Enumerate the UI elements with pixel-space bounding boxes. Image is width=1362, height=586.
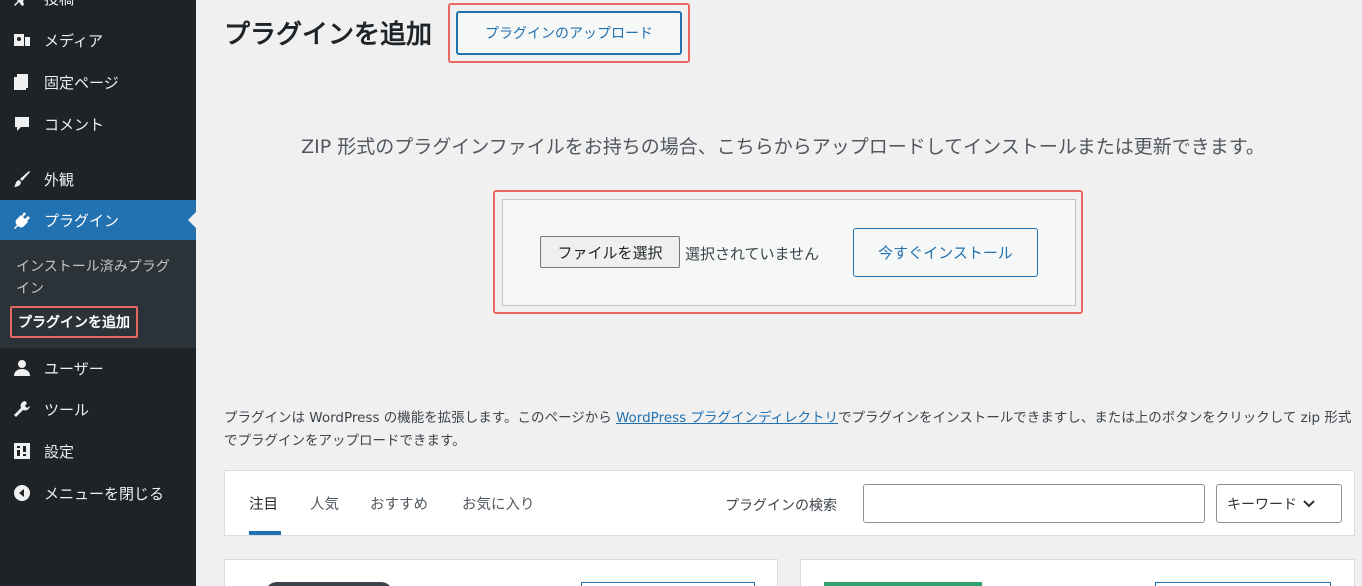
collapse-menu-button[interactable]: メニューを閉じる (0, 473, 196, 513)
sidebar-item-label: 固定ページ (44, 73, 119, 92)
tab-active-indicator (249, 531, 281, 535)
settings-icon (12, 441, 32, 461)
sidebar-item-tools[interactable]: ツール (0, 389, 196, 429)
plugin-icon (12, 210, 32, 230)
sidebar-item-label: コメント (44, 115, 105, 134)
sidebar-item-plugins[interactable]: プラグイン (0, 200, 196, 240)
sidebar-item-label: 外観 (44, 170, 75, 189)
plugin-filter-bar: 注目 人気 おすすめ お気に入り プラグインの検索 キーワード (224, 470, 1355, 536)
sidebar-item-label: メニューを閉じる (44, 484, 165, 503)
page-title: プラグインを追加 (224, 20, 433, 50)
page-icon (12, 72, 32, 92)
plugin-install-button[interactable] (1155, 582, 1331, 586)
comment-icon (12, 114, 32, 134)
sidebar-item-label: 投稿 (44, 0, 74, 9)
chevron-down-icon (1303, 497, 1315, 511)
sidebar-item-label: プラグイン (44, 211, 120, 230)
search-type-value: キーワード (1227, 496, 1297, 513)
user-icon (12, 358, 32, 378)
search-type-select[interactable]: キーワード (1216, 484, 1342, 523)
sidebar-item-settings[interactable]: 設定 (0, 431, 196, 471)
admin-sidebar: 投稿 メディア 固定ページ コメント 外観 プラグイン インストール済みプラグイ… (0, 0, 196, 586)
plugin-install-button[interactable] (581, 582, 755, 586)
sidebar-item-label: 設定 (44, 442, 75, 461)
tab-featured[interactable]: 注目 (249, 493, 278, 514)
media-icon (12, 30, 32, 50)
search-input[interactable] (863, 484, 1205, 523)
sidebar-item-posts[interactable]: 投稿 (0, 0, 196, 18)
sidebar-item-appearance[interactable]: 外観 (0, 159, 196, 199)
plugin-directory-link[interactable]: WordPress プラグインディレクトリ (616, 410, 838, 426)
sidebar-item-label: ツール (44, 400, 90, 419)
sidebar-item-label: ユーザー (44, 359, 104, 378)
sidebar-item-label: メディア (44, 31, 103, 50)
tab-favorites[interactable]: お気に入り (462, 493, 535, 514)
install-now-button[interactable]: 今すぐインストール (853, 228, 1038, 277)
choose-file-button[interactable]: ファイルを選択 (540, 236, 680, 268)
plugin-card (800, 559, 1355, 586)
sidebar-item-media[interactable]: メディア (0, 20, 196, 60)
sidebar-item-users[interactable]: ユーザー (0, 348, 196, 388)
sidebar-item-pages[interactable]: 固定ページ (0, 62, 196, 102)
submenu-item-installed-plugins[interactable]: インストール済みプラグイン (16, 256, 181, 300)
zip-description: ZIP 形式のプラグインファイルをお持ちの場合、こちらからアップロードしてインス… (301, 136, 1265, 158)
plugin-thumbnail (824, 582, 982, 586)
plugin-card (224, 559, 778, 586)
wrench-icon (12, 399, 32, 419)
appearance-brush-icon (12, 169, 32, 189)
upload-plugin-button[interactable]: プラグインのアップロード (456, 11, 682, 55)
tab-popular[interactable]: 人気 (310, 493, 339, 514)
intro-text-before: プラグインは WordPress の機能を拡張します。このページから (224, 410, 616, 426)
search-label: プラグインの検索 (725, 498, 837, 514)
file-status-text: 選択されていません (685, 245, 820, 263)
sidebar-item-comments[interactable]: コメント (0, 104, 196, 144)
tab-recommended[interactable]: おすすめ (370, 493, 428, 514)
intro-text: プラグインは WordPress の機能を拡張します。このページから WordP… (224, 407, 1356, 453)
collapse-icon (12, 483, 32, 503)
pin-icon (12, 0, 32, 8)
submenu-item-add-plugin[interactable]: プラグインを追加 (10, 306, 138, 338)
plugin-thumbnail (265, 582, 393, 586)
